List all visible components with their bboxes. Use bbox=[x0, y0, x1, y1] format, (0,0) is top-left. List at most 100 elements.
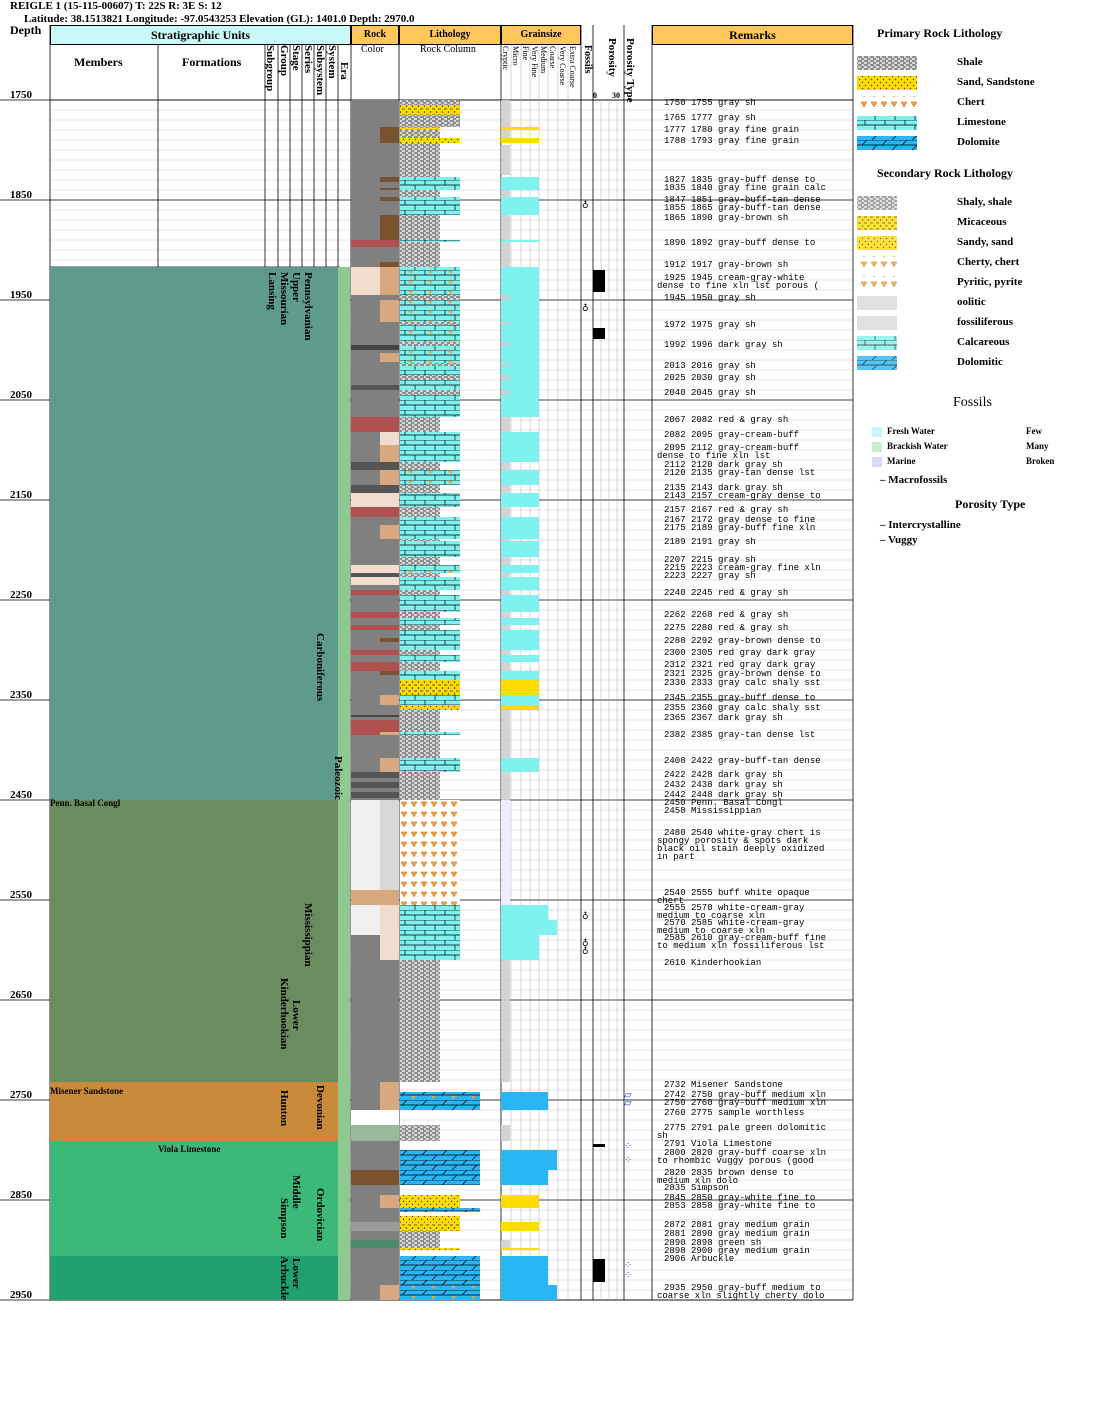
lithology-band bbox=[400, 772, 440, 800]
lithology-band bbox=[400, 517, 460, 539]
rock-color-band bbox=[380, 300, 399, 322]
porosity-bar bbox=[593, 1259, 605, 1282]
grainsize-bar bbox=[501, 417, 510, 432]
legend-fossils-title: Fossils bbox=[953, 395, 992, 410]
legend-primary-swatch bbox=[857, 56, 917, 70]
grainsize-bar bbox=[501, 1170, 548, 1185]
grainsize-bar bbox=[501, 517, 539, 539]
lithology-band bbox=[400, 539, 440, 541]
rock-color-band bbox=[351, 1125, 399, 1141]
remark-line: 2760 2775 sample worthless bbox=[664, 1108, 805, 1118]
remark-line: 1750 1755 gray sh bbox=[664, 98, 756, 108]
legend-secondary-swatch bbox=[857, 276, 897, 290]
remark-line: 1890 1892 gray-buff dense to bbox=[664, 238, 816, 248]
grainsize-header: Grainsize bbox=[501, 25, 581, 45]
lithology-band bbox=[400, 190, 440, 197]
remark-line: 2275 2280 red & gray sh bbox=[664, 623, 789, 633]
formations-label: Viola Limestone bbox=[158, 1144, 221, 1154]
intercrystalline-marker: ▱ bbox=[624, 1098, 632, 1109]
legend-secondary-label: Micaceous bbox=[957, 216, 1007, 228]
grainsize-bar bbox=[501, 1222, 539, 1231]
lithology-band bbox=[400, 655, 460, 662]
rock-color-band bbox=[351, 792, 399, 798]
lithology-band bbox=[400, 322, 460, 325]
grainsize-bar bbox=[501, 630, 539, 650]
lithology-band bbox=[400, 710, 440, 715]
grainsize-bar bbox=[501, 493, 539, 507]
rock-color-band bbox=[380, 800, 399, 890]
depth-tick-label: 2350 bbox=[10, 689, 32, 701]
lithology-band bbox=[400, 800, 460, 890]
remark-line: 2120 2135 gray-tan dense lst bbox=[664, 468, 816, 478]
rock-color-band bbox=[351, 240, 399, 247]
lithology-band bbox=[400, 715, 440, 717]
grainsize-bar bbox=[501, 1150, 557, 1170]
legend-secondary-label: Shaly, shale bbox=[957, 196, 1013, 208]
lithology-band bbox=[400, 890, 460, 905]
grainsize-bar bbox=[501, 1285, 557, 1300]
grainsize-bar bbox=[501, 758, 539, 772]
remark-line: 2432 2438 dark gray sh bbox=[664, 780, 783, 790]
subsystem-label: Ordovician bbox=[314, 1188, 326, 1242]
rock-color-band bbox=[351, 1170, 399, 1185]
legend-secondary-title: Secondary Rock Lithology bbox=[877, 166, 1014, 180]
depth-tick-label: 2650 bbox=[10, 989, 32, 1001]
grainsize-bar bbox=[501, 541, 539, 557]
grainsize-bar bbox=[501, 662, 510, 671]
porosity-scale-max: 30 bbox=[612, 91, 620, 100]
lithology-band bbox=[400, 262, 440, 267]
rock-color-band bbox=[351, 1240, 399, 1248]
group-label: Simpson bbox=[278, 1198, 290, 1239]
depth-tick-label: 2150 bbox=[10, 489, 32, 501]
rock-color-band bbox=[351, 715, 399, 717]
lithology-band bbox=[400, 717, 440, 732]
grainsize-bar bbox=[501, 145, 510, 175]
rock-color-band bbox=[351, 493, 399, 507]
era-header: Era bbox=[338, 62, 350, 80]
rock-color-header: Rock bbox=[351, 25, 399, 45]
lithology-band bbox=[400, 680, 460, 695]
grainsize-bar bbox=[501, 960, 510, 1082]
legend-porosity-type-label: – Vuggy bbox=[880, 534, 918, 546]
rock-color-band bbox=[351, 345, 399, 350]
vuggy-marker: ⁘ bbox=[624, 1155, 632, 1166]
remark-line: 1765 1777 gray sh bbox=[664, 113, 756, 123]
series-label: Mississippian bbox=[302, 903, 314, 967]
grain-class-cryptic: Cryptic bbox=[501, 46, 510, 70]
depth-tick-label: 1850 bbox=[10, 189, 32, 201]
legend-secondary-label: fossiliferous bbox=[957, 316, 1014, 328]
rock-color-band bbox=[380, 671, 399, 675]
grainsize-bar bbox=[501, 342, 510, 346]
lithology-band bbox=[400, 1248, 460, 1250]
depth-tick-label: 2550 bbox=[10, 889, 32, 901]
fossil-marker: ♁ bbox=[582, 945, 589, 955]
strat-unit-band bbox=[50, 800, 340, 1082]
vuggy-marker: ⁘ bbox=[624, 1141, 632, 1152]
rock-color-band bbox=[351, 625, 399, 630]
remark-line: 2175 2189 gray-buff fine xln bbox=[664, 523, 816, 533]
grain-class-fine: Fine bbox=[521, 46, 530, 61]
remark-line: 2458 Mississippian bbox=[664, 806, 762, 816]
depth-tick-label: 2050 bbox=[10, 389, 32, 401]
lithology-band bbox=[400, 1285, 480, 1300]
rock-color-band bbox=[351, 385, 399, 390]
lithology-band bbox=[400, 960, 440, 1082]
lithology-band bbox=[400, 662, 440, 671]
era-label: Paleozoic bbox=[332, 756, 344, 800]
remark-line: in part bbox=[657, 852, 695, 862]
lithology-band bbox=[400, 1092, 480, 1100]
rock-color-band bbox=[351, 565, 399, 573]
group-label: Kinderhookian bbox=[278, 978, 290, 1050]
legend-fossil-env-label: Brackish Water bbox=[887, 441, 948, 451]
rock-color-band bbox=[380, 470, 399, 485]
grainsize-bar bbox=[501, 650, 510, 655]
well-log-chart: ▱▱⁘⁘⁘⁘♁♁♁♁♁ bbox=[0, 25, 917, 1301]
lithology-band bbox=[400, 905, 460, 960]
rock-color-subheader: Color bbox=[361, 44, 384, 55]
system-header: System bbox=[326, 45, 338, 79]
grain-class-medium: Medium bbox=[539, 46, 548, 74]
rock-color-band bbox=[351, 590, 399, 595]
rock-color-band bbox=[380, 525, 399, 539]
remark-line: 2157 2167 red & gray sh bbox=[664, 505, 789, 515]
rock-color-band bbox=[351, 485, 399, 493]
